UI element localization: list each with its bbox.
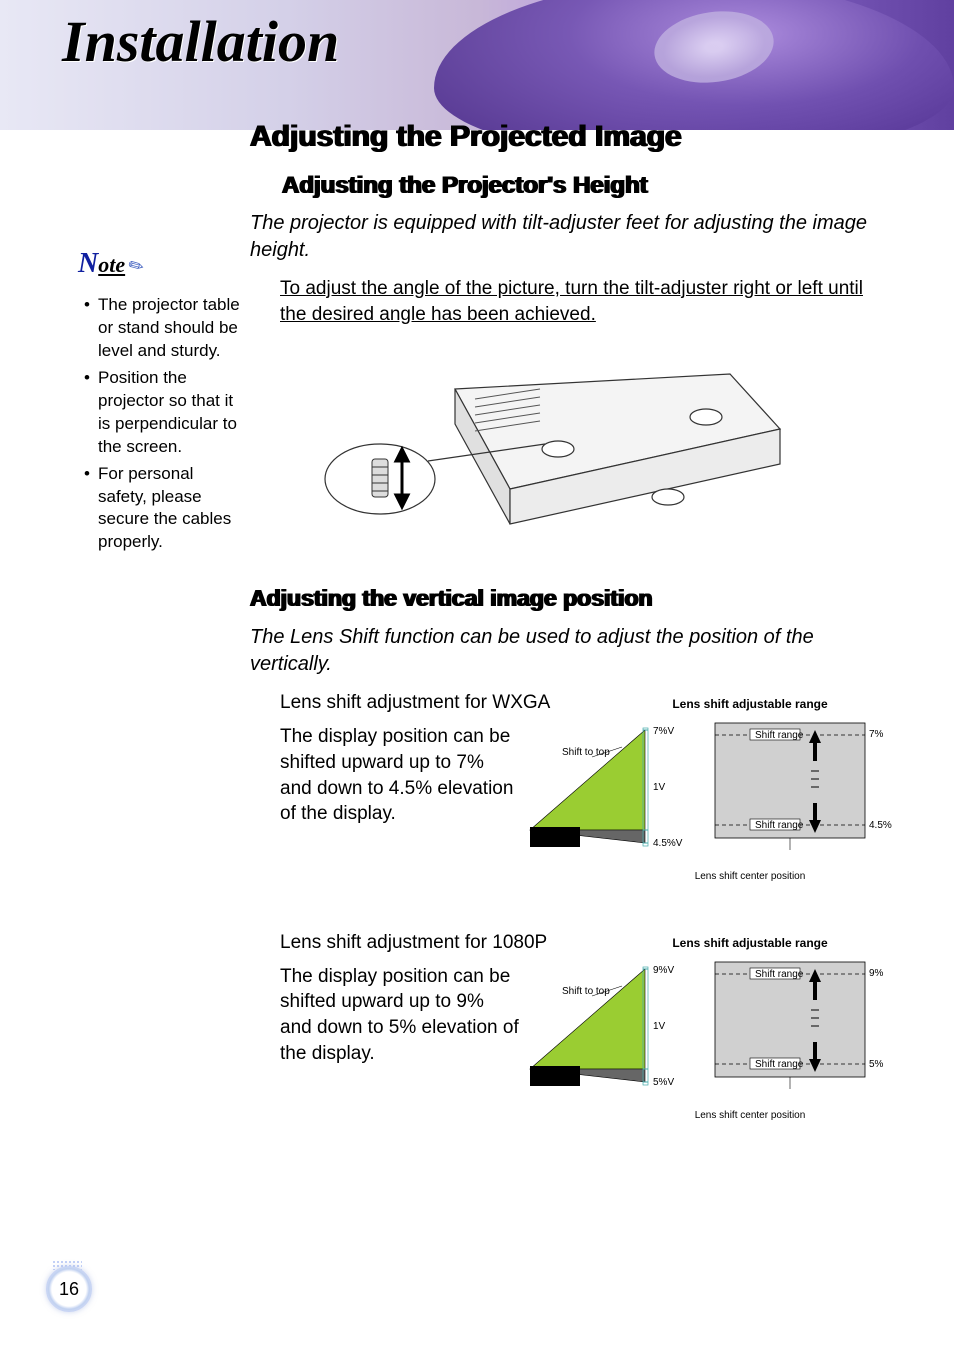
lbl-range-top: Shift range <box>755 969 804 980</box>
lbl-right-upper: 7% <box>869 729 884 740</box>
chart-caption-wxga: Lens shift center position <box>650 871 850 882</box>
chart-title-wxga: Lens shift adjustable range <box>640 697 860 711</box>
chart-wxga-range: Shift range Shift range 7% <box>705 715 885 850</box>
subheading-vertical: Adjusting the vertical image position <box>250 585 890 612</box>
note-sidebar: Note✎ The projector table or stand shoul… <box>78 248 243 558</box>
lbl-right-lower: 5% <box>869 1059 884 1070</box>
note-item: For personal safety, please secure the c… <box>78 463 243 555</box>
subheading-height: Adjusting the Projector's Height <box>282 172 890 200</box>
main-content: Adjusting the Projected Image Adjusting … <box>250 120 890 1121</box>
lbl-right-lower: 4.5% <box>869 820 892 831</box>
chart-caption-1080p: Lens shift center position <box>650 1110 850 1121</box>
lbl-right-upper: 9% <box>869 968 884 979</box>
note-label: Note✎ <box>78 248 243 280</box>
chart-wxga-beam: 7%V 1V 4.5%V Shift to top <box>530 715 685 850</box>
page-heading: Adjusting the Projected Image <box>250 120 890 154</box>
chart-1080p-beam: 9%V 1V 5%V Shift to top <box>530 954 685 1089</box>
note-item: Position the projector so that it is per… <box>78 367 243 459</box>
instruction-text: To adjust the angle of the picture, turn… <box>280 276 890 327</box>
note-n-letter: N <box>78 248 98 279</box>
projector-illustration <box>310 349 810 569</box>
lbl-shift-top: Shift to top <box>562 747 610 758</box>
lbl-upper: 7%V <box>653 726 674 737</box>
note-ote-letters: ote <box>98 252 125 277</box>
lbl-1v: 1V <box>653 782 666 793</box>
chart-title-1080p: Lens shift adjustable range <box>640 936 860 950</box>
chart-1080p: Lens shift adjustable range 9%V 1V 5%V S… <box>250 936 890 1121</box>
lbl-range-bot: Shift range <box>755 820 804 831</box>
lbl-lower: 4.5%V <box>653 838 683 849</box>
page-number: 16 <box>59 1279 79 1300</box>
lbl-upper: 9%V <box>653 965 674 976</box>
pencil-icon: ✎ <box>125 254 149 280</box>
lbl-1v: 1V <box>653 1021 666 1032</box>
lbl-lower: 5%V <box>653 1077 674 1088</box>
intro-text-vertical: The Lens Shift function can be used to a… <box>250 624 890 678</box>
page-number-badge: 16 <box>46 1266 92 1312</box>
lbl-range-top: Shift range <box>755 730 804 741</box>
chart-1080p-range: Shift range Shift range 9% 5% <box>705 954 885 1089</box>
lbl-range-bot: Shift range <box>755 1059 804 1070</box>
note-list: The projector table or stand should be l… <box>78 294 243 554</box>
lbl-shift-top: Shift to top <box>562 986 610 997</box>
chart-wxga: Lens shift adjustable range 7%V 1V 4.5%V… <box>250 697 890 882</box>
section-title: Installation <box>62 8 339 75</box>
note-item: The projector table or stand should be l… <box>78 294 243 363</box>
intro-text-height: The projector is equipped with tilt-adju… <box>250 210 890 264</box>
